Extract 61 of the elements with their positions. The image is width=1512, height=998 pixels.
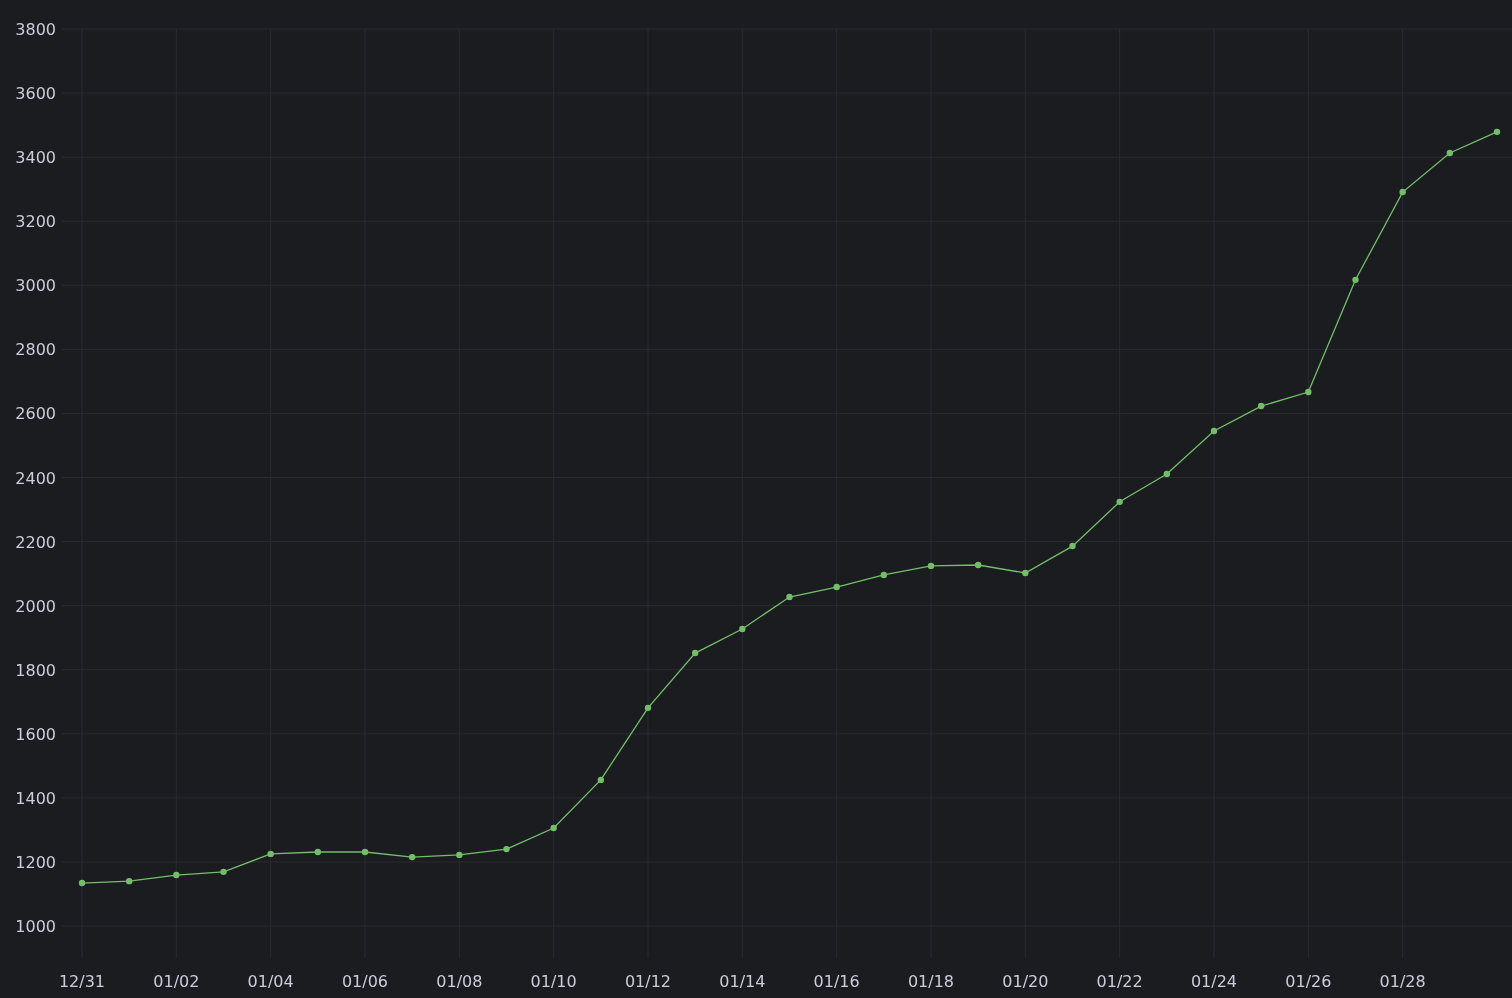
axis-label: 3200: [15, 212, 56, 232]
axis-label: 1000: [15, 917, 56, 936]
data-point: [1446, 149, 1454, 157]
axis-label: 1400: [15, 788, 56, 808]
axis-label: 2400: [15, 468, 56, 488]
data-point: [1352, 276, 1359, 284]
axis-label: 01/16: [813, 972, 860, 991]
axis-label: 3000: [15, 276, 56, 296]
data-point: [833, 583, 840, 591]
axis-label: 01/22: [1096, 972, 1143, 991]
axis-label: 1800: [15, 660, 56, 680]
data-point: [644, 704, 652, 712]
data-point: [1305, 388, 1312, 396]
data-point: [1116, 498, 1123, 506]
data-point: [927, 562, 935, 570]
axis-label: 01/04: [247, 972, 294, 991]
data-point: [125, 877, 133, 885]
data-point: [408, 853, 416, 861]
data-point: [220, 868, 227, 876]
data-point: [173, 871, 180, 879]
data-point: [597, 776, 605, 784]
data-point: [880, 571, 888, 579]
data-point: [1069, 542, 1076, 550]
data-point: [361, 848, 369, 856]
data-point: [1493, 128, 1501, 136]
axis-label: 01/26: [1285, 972, 1332, 991]
axis-label: 01/02: [153, 972, 200, 991]
data-point: [974, 561, 982, 569]
data-point: [456, 851, 463, 859]
axis-label: 01/18: [907, 972, 955, 991]
axis-label: 3400: [15, 148, 56, 168]
data-point: [503, 845, 510, 853]
data-point: [786, 593, 793, 601]
data-point: [1399, 188, 1406, 196]
data-point: [1163, 470, 1171, 478]
axis-label: 01/24: [1190, 972, 1238, 991]
axis-label: 3600: [15, 84, 56, 104]
axis-label: 01/28: [1379, 972, 1426, 991]
axis-label: 2200: [15, 532, 56, 552]
data-point: [550, 824, 557, 832]
data-point: [267, 850, 274, 858]
data-point: [314, 848, 322, 856]
axis-label: 01/20: [1002, 972, 1049, 991]
data-point: [1022, 569, 1029, 577]
data-point: [691, 649, 699, 657]
data-point: [739, 625, 746, 633]
axis-label: 01/12: [624, 972, 672, 991]
axis-label: 3800: [15, 20, 56, 39]
data-point: [1257, 402, 1265, 410]
axis-label: 01/06: [341, 972, 389, 991]
axis-label: 01/10: [530, 972, 577, 991]
axis-label: 12/31: [58, 972, 106, 991]
data-point: [1210, 427, 1218, 435]
axis-label: 1600: [15, 724, 56, 744]
data-point: [78, 879, 86, 887]
axis-label: 2800: [15, 340, 56, 360]
axis-label: 01/14: [719, 972, 766, 991]
axis-label: 2000: [15, 596, 56, 616]
axis-label: 01/08: [436, 972, 483, 991]
axis-label: 1200: [15, 852, 56, 872]
axis-label: 2600: [15, 404, 56, 424]
